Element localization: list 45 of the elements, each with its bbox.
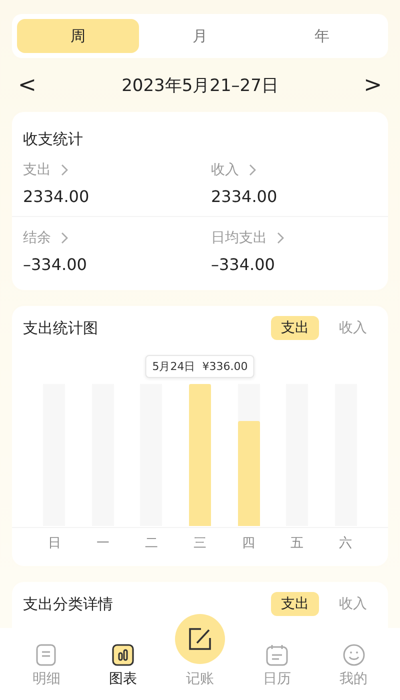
tab-bar-item[interactable]: 记账 — [170, 614, 230, 688]
stat-label[interactable]: 支出 — [23, 161, 51, 179]
type-toggle[interactable]: 收入 — [329, 316, 377, 340]
stat-label[interactable]: 收入 — [211, 161, 239, 179]
tab-bar-item[interactable]: 我的 — [324, 644, 384, 688]
chart-icon — [112, 644, 134, 666]
type-toggle[interactable]: 支出 — [271, 316, 319, 340]
date-range-title: 2023年5月21–27日 — [122, 74, 278, 96]
stat-value: 2334.00 — [211, 187, 278, 206]
weekday-label: 日 — [46, 535, 62, 552]
weekday-label: 二 — [144, 535, 159, 552]
tab-bar-item[interactable]: 图表 — [93, 644, 154, 688]
bar-fill[interactable] — [238, 420, 260, 526]
list-icon — [36, 644, 56, 666]
weekday-label: 一 — [95, 535, 110, 552]
chevron-right-icon — [277, 232, 285, 244]
period-tab[interactable]: 周 — [17, 19, 139, 53]
chevron-right-icon — [61, 164, 69, 176]
weekday-label: 三 — [192, 535, 208, 552]
bar-fill[interactable] — [188, 384, 211, 526]
edit-icon — [188, 628, 211, 650]
type-toggle[interactable]: 收入 — [329, 592, 377, 616]
tab-bar-item[interactable]: 日历 — [246, 644, 307, 688]
smiley-icon — [342, 644, 365, 666]
weekday-label: 六 — [338, 535, 354, 552]
chevron-right-icon — [249, 164, 257, 176]
stat-value: –334.00 — [211, 255, 276, 274]
weekday-label: 五 — [290, 535, 305, 552]
card-title: 收支统计 — [23, 130, 84, 149]
type-toggle[interactable]: 支出 — [271, 592, 319, 616]
stat-label[interactable]: 结余 — [23, 229, 51, 247]
stat-value: –334.00 — [23, 255, 88, 274]
chevron-right-icon — [61, 232, 69, 244]
calendar-icon — [266, 644, 288, 666]
stat-value: 2334.00 — [23, 187, 90, 206]
previous-button[interactable]: < — [14, 72, 40, 98]
period-tab[interactable]: 年 — [261, 19, 383, 53]
period-tab[interactable]: 月 — [139, 19, 261, 53]
stat-label[interactable]: 日均支出 — [211, 229, 267, 247]
bar-tooltip: 5月24日 ¥336.00 — [145, 355, 255, 378]
card-title: 支出统计图 — [23, 318, 98, 338]
tab-bar-item[interactable]: 明细 — [16, 644, 76, 688]
weekday-label: 四 — [241, 535, 256, 552]
next-button[interactable]: > — [360, 72, 386, 98]
card-title: 支出分类详情 — [23, 594, 113, 614]
